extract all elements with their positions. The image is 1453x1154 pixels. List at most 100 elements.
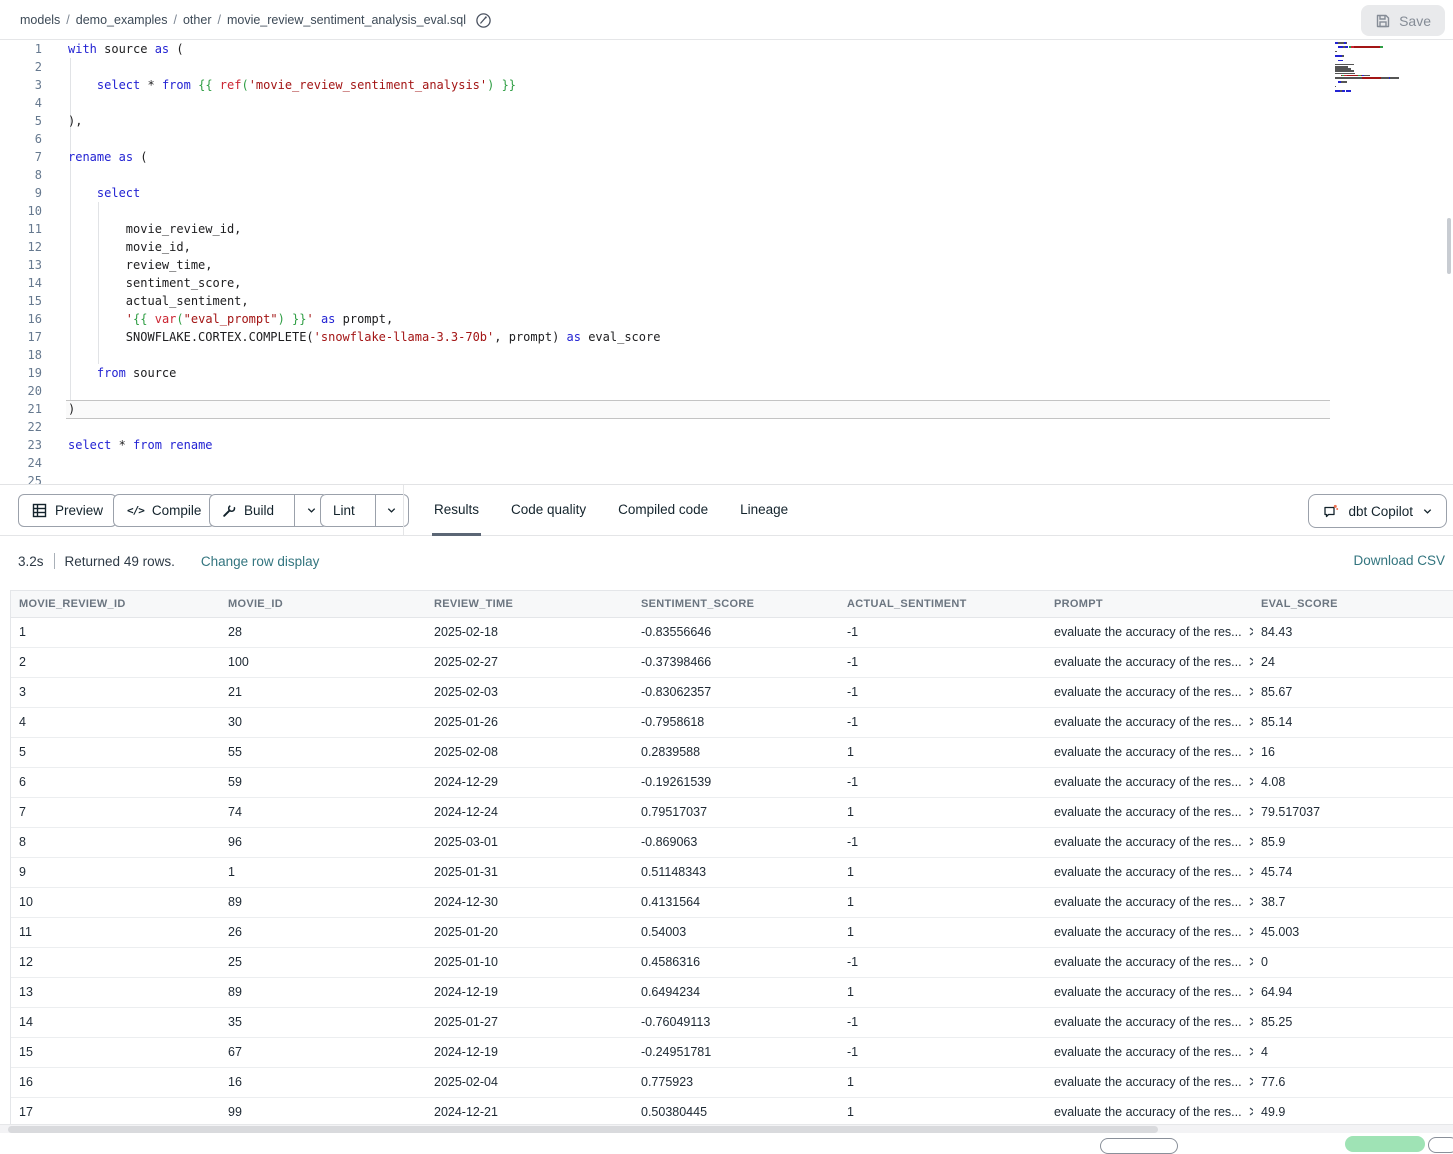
cell-movie_id: 26 <box>220 918 426 947</box>
line-number: 12 <box>0 238 42 256</box>
status-divider <box>54 553 55 569</box>
code-line: movie_review_id, <box>68 220 241 238</box>
breadcrumb-item[interactable]: demo_examples <box>76 13 168 27</box>
partial-green-button[interactable] <box>1345 1136 1425 1152</box>
cell-actual_sentiment: -1 <box>839 1008 1046 1037</box>
table-row[interactable]: 5552025-02-080.28395881evaluate the accu… <box>11 738 1453 768</box>
cell-review_time: 2025-01-26 <box>426 708 633 737</box>
cell-sentiment_score: -0.24951781 <box>633 1038 839 1067</box>
cell-actual_sentiment: -1 <box>839 618 1046 647</box>
table-row[interactable]: 11262025-01-200.540031evaluate the accur… <box>11 918 1453 948</box>
column-header-movie_id: MOVIE_ID <box>220 591 426 617</box>
table-row[interactable]: 15672024-12-19-0.24951781-1evaluate the … <box>11 1038 1453 1068</box>
breadcrumb: models/demo_examples/other/movie_review_… <box>20 0 492 40</box>
cell-movie_id: 35 <box>220 1008 426 1037</box>
build-button-label: Build <box>244 503 274 518</box>
line-number: 21 <box>0 400 42 418</box>
table-row[interactable]: 3212025-02-03-0.83062357-1evaluate the a… <box>11 678 1453 708</box>
cell-movie_id: 99 <box>220 1098 426 1127</box>
cell-eval_score: 45.003 <box>1253 918 1453 947</box>
tab-lineage[interactable]: Lineage <box>740 485 788 536</box>
tab-code-quality[interactable]: Code quality <box>511 485 586 536</box>
horizontal-scrollbar-track[interactable] <box>0 1124 1453 1133</box>
breadcrumb-item[interactable]: movie_review_sentiment_analysis_eval.sql <box>227 13 466 27</box>
cell-actual_sentiment: -1 <box>839 1038 1046 1067</box>
cell-review_time: 2025-01-10 <box>426 948 633 977</box>
table-row[interactable]: 6592024-12-29-0.19261539-1evaluate the a… <box>11 768 1453 798</box>
cell-prompt: evaluate the accuracy of the res... <box>1046 618 1253 647</box>
cell-eval_score: 4.08 <box>1253 768 1453 797</box>
download-csv-link[interactable]: Download CSV <box>1353 553 1445 568</box>
cell-actual_sentiment: 1 <box>839 1068 1046 1097</box>
horizontal-scrollbar-thumb[interactable] <box>8 1126 1158 1133</box>
code-line: from source <box>68 364 176 382</box>
cell-movie_review_id: 9 <box>11 858 220 887</box>
table-row[interactable]: 912025-01-310.511483431evaluate the accu… <box>11 858 1453 888</box>
table-row[interactable]: 16162025-02-040.7759231evaluate the accu… <box>11 1068 1453 1098</box>
cell-sentiment_score: -0.869063 <box>633 828 839 857</box>
lint-button-label: Lint <box>333 503 355 518</box>
table-row[interactable]: 4302025-01-26-0.7958618-1evaluate the ac… <box>11 708 1453 738</box>
cell-eval_score: 85.25 <box>1253 1008 1453 1037</box>
rows-returned-text: Returned 49 rows. <box>65 554 175 569</box>
results-tabs: Results Code quality Compiled code Lineage <box>434 485 788 536</box>
editor-scrollbar-thumb[interactable] <box>1447 218 1451 274</box>
chevron-down-icon <box>306 505 317 516</box>
code-line: sentiment_score, <box>68 274 241 292</box>
cell-eval_score: 85.67 <box>1253 678 1453 707</box>
cell-prompt: evaluate the accuracy of the res... <box>1046 1098 1253 1127</box>
lint-button[interactable]: Lint <box>321 495 367 526</box>
compile-button[interactable]: </> Compile <box>113 494 215 527</box>
line-number: 7 <box>0 148 42 166</box>
table-row[interactable]: 14352025-01-27-0.76049113-1evaluate the … <box>11 1008 1453 1038</box>
partial-bottom-button[interactable] <box>1428 1137 1453 1153</box>
table-row[interactable]: 7742024-12-240.795170371evaluate the acc… <box>11 798 1453 828</box>
cell-prompt: evaluate the accuracy of the res... <box>1046 768 1253 797</box>
tab-compiled-code[interactable]: Compiled code <box>618 485 708 536</box>
line-number: 10 <box>0 202 42 220</box>
results-table-body: 1282025-02-18-0.83556646-1evaluate the a… <box>11 618 1453 1128</box>
line-number: 6 <box>0 130 42 148</box>
breadcrumb-item[interactable]: other <box>183 13 212 27</box>
cell-review_time: 2025-02-08 <box>426 738 633 767</box>
build-button[interactable]: Build <box>210 495 286 526</box>
cell-actual_sentiment: 1 <box>839 888 1046 917</box>
editor-minimap[interactable] <box>1335 42 1447 97</box>
cell-movie_review_id: 15 <box>11 1038 220 1067</box>
cell-sentiment_score: 0.775923 <box>633 1068 839 1097</box>
breadcrumb-item[interactable]: models <box>20 13 60 27</box>
line-number: 19 <box>0 364 42 382</box>
save-button-label: Save <box>1399 13 1431 29</box>
change-row-display-link[interactable]: Change row display <box>201 554 320 569</box>
prompt-truncated-text: evaluate the accuracy of the res... <box>1054 768 1242 797</box>
cell-sentiment_score: 0.4131564 <box>633 888 839 917</box>
table-row[interactable]: 13892024-12-190.64942341evaluate the acc… <box>11 978 1453 1008</box>
cell-eval_score: 64.94 <box>1253 978 1453 1007</box>
cell-movie_review_id: 14 <box>11 1008 220 1037</box>
line-number: 9 <box>0 184 42 202</box>
tab-results[interactable]: Results <box>434 485 479 536</box>
cell-eval_score: 45.74 <box>1253 858 1453 887</box>
prompt-truncated-text: evaluate the accuracy of the res... <box>1054 948 1242 977</box>
line-number: 2 <box>0 58 42 76</box>
cell-sentiment_score: -0.83556646 <box>633 618 839 647</box>
line-number: 17 <box>0 328 42 346</box>
table-row[interactable]: 12252025-01-100.4586316-1evaluate the ac… <box>11 948 1453 978</box>
cell-actual_sentiment: 1 <box>839 798 1046 827</box>
copilot-chat-icon <box>1322 503 1339 520</box>
table-row[interactable]: 10892024-12-300.41315641evaluate the acc… <box>11 888 1453 918</box>
code-line: select <box>68 184 140 202</box>
table-row[interactable]: 8962025-03-01-0.869063-1evaluate the acc… <box>11 828 1453 858</box>
partial-bottom-button[interactable] <box>1100 1138 1178 1154</box>
dbt-copilot-button[interactable]: dbt Copilot <box>1308 494 1447 528</box>
query-duration: 3.2s <box>18 554 44 569</box>
sql-code-editor[interactable]: 1234567891011121314151617181920212223242… <box>0 40 1453 485</box>
table-row[interactable]: 1282025-02-18-0.83556646-1evaluate the a… <box>11 618 1453 648</box>
code-line: ) <box>68 400 75 418</box>
save-button[interactable]: Save <box>1361 5 1445 36</box>
preview-button[interactable]: Preview <box>18 494 117 527</box>
cell-sentiment_score: 0.51148343 <box>633 858 839 887</box>
table-row[interactable]: 21002025-02-27-0.37398466-1evaluate the … <box>11 648 1453 678</box>
chevron-down-icon <box>386 505 397 516</box>
prompt-truncated-text: evaluate the accuracy of the res... <box>1054 858 1242 887</box>
